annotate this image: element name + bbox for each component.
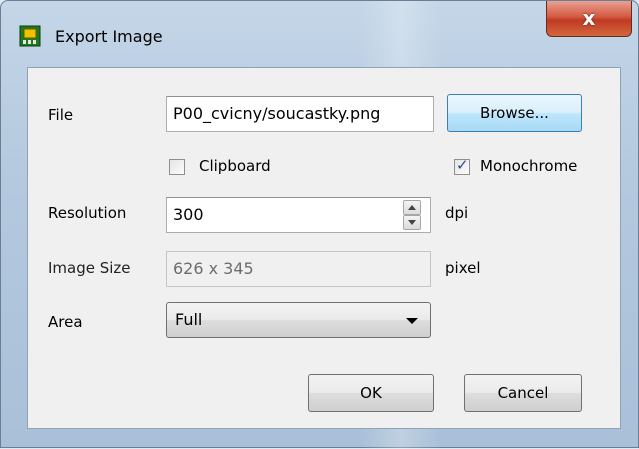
monochrome-label[interactable]: Monochrome	[480, 157, 577, 175]
export-image-dialog: Export Image x File P00_cvicny/soucastky…	[0, 0, 639, 449]
resolution-input[interactable]: 300	[166, 197, 431, 233]
clipboard-checkbox[interactable]	[169, 159, 185, 175]
title-bar[interactable]: Export Image x	[1, 1, 638, 53]
checkmark-icon: ✓	[456, 156, 469, 174]
image-size-label: Image Size	[48, 259, 131, 277]
resolution-label: Resolution	[48, 204, 127, 222]
file-label: File	[48, 106, 74, 124]
cancel-button[interactable]: Cancel	[464, 374, 582, 412]
area-label: Area	[48, 313, 83, 331]
chip-board-icon	[19, 25, 41, 47]
window-title: Export Image	[55, 27, 163, 46]
ok-button[interactable]: OK	[308, 374, 434, 412]
chevron-down-icon	[406, 318, 418, 324]
browse-button[interactable]: Browse...	[447, 94, 582, 132]
resolution-unit: dpi	[445, 204, 469, 222]
dialog-client-area: File P00_cvicny/soucastky.png Browse... …	[27, 67, 621, 429]
monochrome-checkbox[interactable]: ✓	[454, 156, 470, 175]
area-dropdown[interactable]: Full	[166, 302, 431, 338]
area-selected-value: Full	[175, 310, 203, 329]
chevron-down-icon[interactable]	[403, 215, 421, 230]
image-size-field: 626 x 345	[166, 251, 431, 287]
file-path-input[interactable]: P00_cvicny/soucastky.png	[166, 96, 434, 132]
chevron-up-icon[interactable]	[403, 200, 421, 215]
image-size-unit: pixel	[445, 259, 481, 277]
resolution-spinner[interactable]	[403, 200, 421, 230]
close-button[interactable]: x	[546, 1, 632, 37]
close-icon: x	[582, 6, 596, 30]
clipboard-label[interactable]: Clipboard	[199, 157, 271, 175]
